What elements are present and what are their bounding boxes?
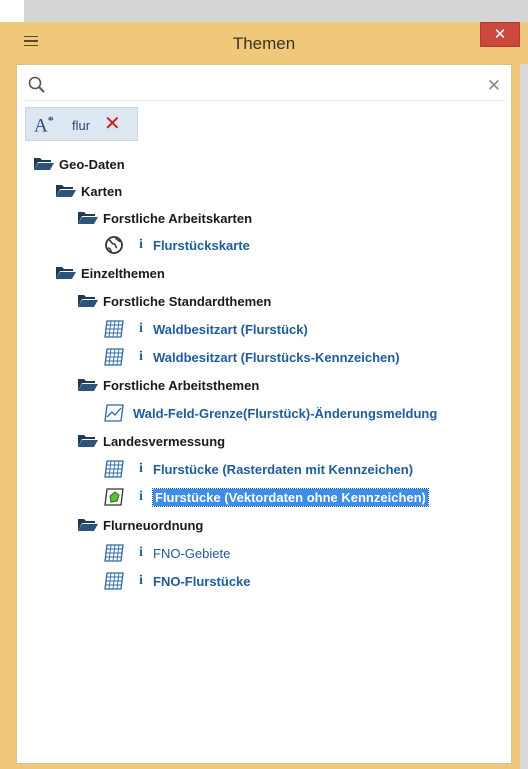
- tree-layer-label: Flurstücke (Rasterdaten mit Kennzeichen): [153, 461, 414, 477]
- grid-layer-icon: [104, 572, 124, 590]
- background-strip: [24, 0, 528, 22]
- filter-text: flur: [72, 118, 91, 133]
- tree-folder-label: Einzelthemen: [81, 265, 165, 281]
- window-title: Themen: [232, 34, 296, 53]
- info-icon[interactable]: i: [133, 321, 149, 337]
- tree-layer-wald-feld-grenze[interactable]: Wald-Feld-Grenze(Flurstück)-Änderungsmel…: [103, 402, 437, 424]
- tree-layer-flurstueckskarte[interactable]: i Flurstückskarte: [103, 234, 250, 256]
- close-button[interactable]: ✕: [480, 22, 520, 47]
- line-layer-icon: [104, 404, 124, 422]
- filter-chip: A* flur ✕: [25, 107, 138, 141]
- tree-layer-label: FNO-Gebiete: [153, 545, 231, 561]
- tree-folder-geo-daten[interactable]: Geo-Daten: [33, 153, 125, 175]
- tree-folder-karten[interactable]: Karten: [55, 180, 122, 202]
- tree-folder-forstliche-standardthemen[interactable]: Forstliche Standardthemen: [77, 290, 271, 312]
- info-icon[interactable]: i: [133, 545, 149, 561]
- themen-panel: ✕ A* flur ✕ Geo-Daten Karten Forstliche …: [16, 64, 512, 764]
- info-icon[interactable]: i: [133, 237, 149, 253]
- remove-filter-icon[interactable]: ✕: [104, 111, 121, 136]
- folder-open-icon: [56, 185, 76, 197]
- info-icon[interactable]: i: [133, 573, 149, 589]
- tree-folder-label: Geo-Daten: [59, 156, 125, 172]
- tree-layer-flurstuecke-raster[interactable]: i Flurstücke (Rasterdaten mit Kennzeiche…: [103, 458, 413, 480]
- search-input[interactable]: [53, 74, 453, 98]
- tree-layer-label: Wald-Feld-Grenze(Flurstück)-Änderungsmel…: [133, 405, 438, 421]
- folder-open-icon: [34, 158, 54, 170]
- info-icon[interactable]: i: [133, 489, 149, 505]
- tree-folder-flurneuordnung[interactable]: Flurneuordnung: [77, 514, 203, 536]
- globe-icon: [105, 236, 123, 254]
- grid-layer-icon: [104, 320, 124, 338]
- window-edge: [520, 64, 528, 769]
- tree-layer-label: FNO-Flurstücke: [153, 573, 251, 589]
- folder-open-icon: [78, 435, 98, 447]
- search-clear-icon[interactable]: ✕: [487, 76, 501, 96]
- info-icon[interactable]: i: [133, 461, 149, 477]
- folder-open-icon: [78, 295, 98, 307]
- text-filter-icon: A*: [34, 113, 54, 137]
- grid-layer-icon: [104, 544, 124, 562]
- folder-open-icon: [56, 267, 76, 279]
- tree-folder-label: Flurneuordnung: [103, 517, 204, 533]
- tree-layer-label: Flurstückskarte: [153, 237, 250, 253]
- tree-folder-label: Forstliche Arbeitsthemen: [103, 377, 260, 393]
- folder-open-icon: [78, 379, 98, 391]
- polygon-layer-icon: [104, 488, 124, 506]
- tree-folder-einzelthemen[interactable]: Einzelthemen: [55, 262, 165, 284]
- tree-layer-fno-gebiete[interactable]: i FNO-Gebiete: [103, 542, 230, 564]
- tree-layer-label: Waldbesitzart (Flurstück): [153, 321, 308, 337]
- tree-layer-waldbesitzart-kennzeichen[interactable]: i Waldbesitzart (Flurstücks-Kennzeichen): [103, 346, 400, 368]
- tree-folder-label: Forstliche Standardthemen: [103, 293, 272, 309]
- grid-layer-icon: [104, 460, 124, 478]
- search-bar: ✕: [25, 71, 505, 101]
- tree-folder-landesvermessung[interactable]: Landesvermessung: [77, 430, 225, 452]
- title-bar[interactable]: Themen ✕: [8, 22, 520, 64]
- grid-layer-icon: [104, 348, 124, 366]
- tree-folder-label: Karten: [81, 183, 123, 199]
- tree-layer-fno-flurstuecke[interactable]: i FNO-Flurstücke: [103, 570, 251, 592]
- tree-folder-forstliche-arbeitskarten[interactable]: Forstliche Arbeitskarten: [77, 207, 252, 229]
- themen-window: Themen ✕ ✕ A* flur ✕ Geo-Daten Karten Fo…: [0, 22, 528, 769]
- tree-layer-flurstuecke-vektor[interactable]: i Flurstücke (Vektordaten ohne Kennzeich…: [103, 486, 429, 508]
- tree-layer-waldbesitzart-flurstueck[interactable]: i Waldbesitzart (Flurstück): [103, 318, 308, 340]
- tree-folder-forstliche-arbeitsthemen[interactable]: Forstliche Arbeitsthemen: [77, 374, 259, 396]
- tree-layer-label-selected: Flurstücke (Vektordaten ohne Kennzeichen…: [152, 487, 429, 507]
- folder-open-icon: [78, 212, 98, 224]
- tree-layer-label: Waldbesitzart (Flurstücks-Kennzeichen): [153, 349, 400, 365]
- tree-folder-label: Landesvermessung: [103, 433, 226, 449]
- tree-folder-label: Forstliche Arbeitskarten: [103, 210, 253, 226]
- search-icon: [28, 76, 45, 93]
- info-icon[interactable]: i: [133, 349, 149, 365]
- folder-open-icon: [78, 519, 98, 531]
